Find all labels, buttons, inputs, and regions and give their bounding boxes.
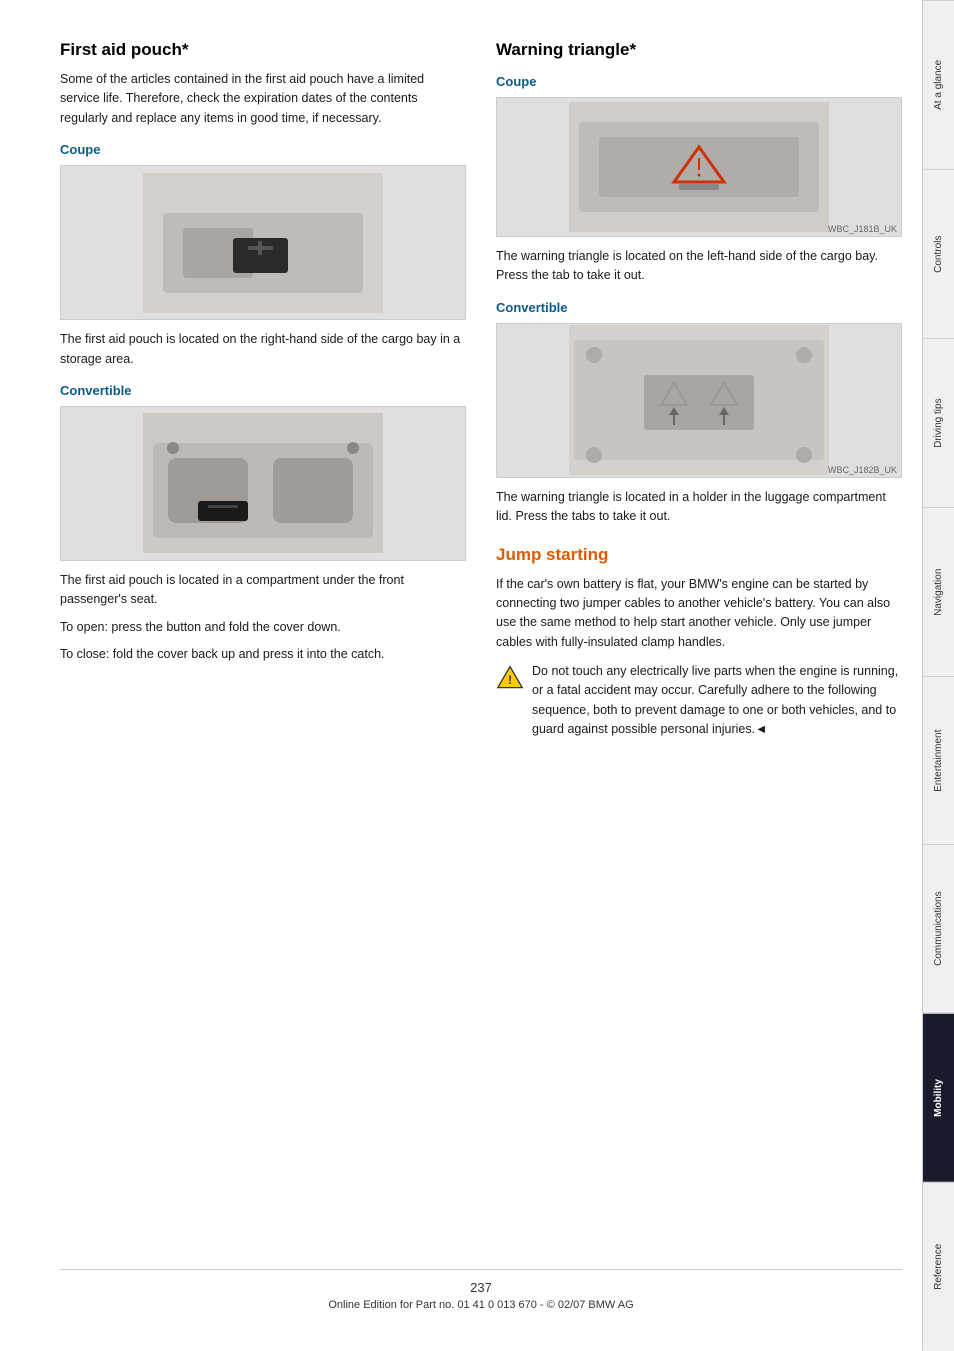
warning-text: Do not touch any electrically live parts… xyxy=(532,662,902,740)
svg-text:!: ! xyxy=(508,673,512,687)
tab-at-a-glance[interactable]: At a glance xyxy=(923,0,954,169)
left-column: First aid pouch* Some of the articles co… xyxy=(60,40,466,1239)
left-close-text: To close: fold the cover back up and pre… xyxy=(60,645,466,664)
left-coupe-caption: The first aid pouch is located on the ri… xyxy=(60,330,466,369)
right-coupe-image: WBC_J181B_UK xyxy=(496,97,902,237)
right-section-title: Warning triangle* xyxy=(496,40,902,60)
page-footer: 237 Online Edition for Part no. 01 41 0 … xyxy=(60,1269,902,1311)
tab-entertainment[interactable]: Entertainment xyxy=(923,676,954,845)
right-column: Warning triangle* Coupe xyxy=(496,40,902,1239)
right-convertible-label: Convertible xyxy=(496,300,902,315)
left-coupe-svg xyxy=(61,166,465,319)
jump-starting-title: Jump starting xyxy=(496,545,902,565)
right-coupe-caption: The warning triangle is located on the l… xyxy=(496,247,902,286)
tab-driving-tips[interactable]: Driving tips xyxy=(923,338,954,507)
right-coupe-svg xyxy=(497,98,901,236)
right-coupe-img-caption: WBC_J181B_UK xyxy=(828,224,897,234)
right-convertible-image: WBC_J182B_UK xyxy=(496,323,902,478)
left-section-title: First aid pouch* xyxy=(60,40,466,60)
page-number: 237 xyxy=(60,1280,902,1295)
right-coupe-label: Coupe xyxy=(496,74,902,89)
tab-controls[interactable]: Controls xyxy=(923,169,954,338)
warning-box: ! Do not touch any electrically live par… xyxy=(496,662,902,740)
left-convertible-label: Convertible xyxy=(60,383,466,398)
left-convertible-svg xyxy=(61,407,465,560)
left-intro-text: Some of the articles contained in the fi… xyxy=(60,70,466,128)
tab-mobility[interactable]: Mobility xyxy=(923,1013,954,1182)
left-open-text: To open: press the button and fold the c… xyxy=(60,618,466,637)
right-convertible-svg xyxy=(497,324,901,477)
tab-reference[interactable]: Reference xyxy=(923,1182,954,1351)
tab-communications[interactable]: Communications xyxy=(923,844,954,1013)
left-coupe-image xyxy=(60,165,466,320)
jump-starting-text: If the car's own battery is flat, your B… xyxy=(496,575,902,653)
tab-navigation[interactable]: Navigation xyxy=(923,507,954,676)
page-wrapper: First aid pouch* Some of the articles co… xyxy=(0,0,954,1351)
left-coupe-label: Coupe xyxy=(60,142,466,157)
left-convertible-caption: The first aid pouch is located in a comp… xyxy=(60,571,466,610)
right-convertible-img-caption: WBC_J182B_UK xyxy=(828,465,897,475)
left-convertible-image xyxy=(60,406,466,561)
footer-text: Online Edition for Part no. 01 41 0 013 … xyxy=(328,1299,633,1311)
right-convertible-caption: The warning triangle is located in a hol… xyxy=(496,488,902,527)
main-content: First aid pouch* Some of the articles co… xyxy=(0,0,922,1351)
right-tabs: At a glance Controls Driving tips Naviga… xyxy=(922,0,954,1351)
warning-triangle-icon: ! xyxy=(496,664,524,692)
two-column-layout: First aid pouch* Some of the articles co… xyxy=(60,40,902,1239)
